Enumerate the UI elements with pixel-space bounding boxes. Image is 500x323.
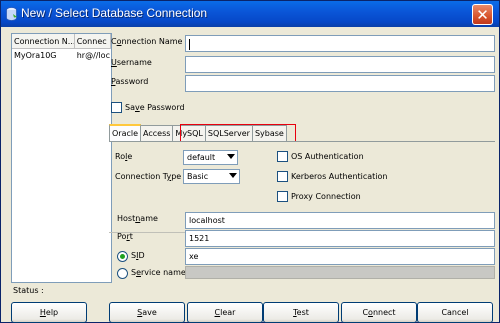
role-select-value: default <box>187 153 216 162</box>
database-icon <box>6 7 17 21</box>
role-select[interactable]: default <box>183 150 238 165</box>
close-button[interactable]: ✕ <box>472 4 493 25</box>
test-button[interactable]: Test <box>263 302 339 323</box>
status-label: Status : <box>13 286 44 295</box>
proxy-connection-label: Proxy Connection <box>291 192 361 201</box>
help-button[interactable]: Help <box>11 302 87 323</box>
save-password-label: Save Password <box>125 103 185 112</box>
window-title: New / Select Database Connection <box>21 6 208 20</box>
sid-field[interactable]: xe <box>185 248 495 265</box>
password-field[interactable] <box>185 75 495 92</box>
column-header-connection[interactable]: Connec <box>74 34 111 48</box>
kerberos-authentication-checkbox[interactable] <box>277 171 288 182</box>
tab-access[interactable]: Access <box>141 125 174 141</box>
connection-name-label: Connection Name <box>111 37 183 46</box>
connection-name-cell: MyOra10G <box>14 51 57 60</box>
service-name-radio[interactable] <box>117 268 128 279</box>
list-item[interactable]: MyOra10G hr@//loc <box>12 49 111 62</box>
port-label: Port <box>117 232 133 241</box>
connection-type-value: Basic <box>187 172 209 181</box>
service-name-label: Service name <box>131 268 186 277</box>
close-icon: ✕ <box>476 5 489 24</box>
cancel-button[interactable]: Cancel <box>417 302 493 323</box>
save-button[interactable]: Save <box>109 302 185 323</box>
chevron-down-icon <box>227 154 235 159</box>
hostname-label: Hostname <box>117 214 158 223</box>
port-field[interactable]: 1521 <box>185 230 495 247</box>
connect-button[interactable]: Connect <box>341 302 417 323</box>
connection-list-header: Connection N... Connec <box>12 34 111 49</box>
username-label: Username <box>111 58 152 67</box>
connection-string-cell: hr@//loc <box>76 51 110 60</box>
sid-label: SID <box>131 251 145 260</box>
os-authentication-checkbox[interactable] <box>277 151 288 162</box>
connection-type-select[interactable]: Basic <box>183 169 240 184</box>
role-label: Role <box>115 152 133 161</box>
tab-panel-border <box>109 141 495 142</box>
password-label: Password <box>111 77 149 86</box>
service-name-field[interactable] <box>185 266 495 279</box>
save-password-checkbox[interactable] <box>111 102 122 113</box>
highlight-box <box>180 124 296 142</box>
dialog-window: New / Select Database Connection ✕ Conne… <box>0 0 500 323</box>
username-field[interactable] <box>185 56 495 73</box>
os-authentication-label: OS Authentication <box>291 152 364 161</box>
dialog-content: Connection N... Connec MyOra10G hr@//loc… <box>5 31 495 323</box>
title-bar[interactable]: New / Select Database Connection ✕ <box>1 1 499 27</box>
connection-type-label: Connection Type <box>115 172 182 181</box>
connection-name-field[interactable] <box>185 35 495 52</box>
chevron-down-icon <box>229 173 237 178</box>
proxy-connection-checkbox[interactable] <box>277 191 288 202</box>
tab-oracle[interactable]: Oracle <box>109 124 142 141</box>
column-header-connection-name[interactable]: Connection N... <box>12 34 75 48</box>
text-caret <box>189 39 190 50</box>
hostname-field[interactable]: localhost <box>185 212 495 229</box>
connection-list[interactable]: Connection N... Connec MyOra10G hr@//loc <box>11 33 112 283</box>
clear-button[interactable]: Clear <box>187 302 263 323</box>
sid-radio[interactable] <box>117 251 128 262</box>
kerberos-authentication-label: Kerberos Authentication <box>291 172 388 181</box>
